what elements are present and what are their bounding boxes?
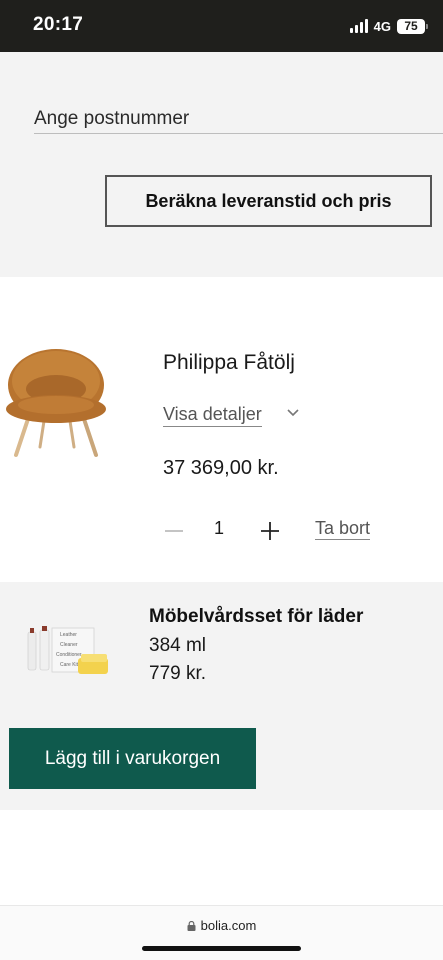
delivery-calculator: Beräkna leveranstid och pris [0,52,443,277]
network-label: 4G [373,18,391,34]
browser-address-bar[interactable]: bolia.com [0,905,443,960]
product-price: 37 369,00 kr. [163,457,279,479]
signal-icon [349,19,368,33]
add-to-cart-button[interactable]: Lägg till i varukorgen [9,728,256,789]
upsell-item: Leather Cleaner Conditioner Care Kit Möb… [0,582,443,810]
upsell-size: 384 ml [149,635,207,656]
kit-label-leather: Leather [60,632,77,638]
kit-label-cleaner: Cleaner [60,642,78,648]
minus-icon[interactable] [160,517,188,545]
upsell-price: 779 kr. [149,663,207,684]
status-indicators: 4G 75 [349,17,428,35]
care-kit-image: Leather Cleaner Conditioner Care Kit [27,626,108,674]
status-bar: 20:17 4G 75 [0,0,443,52]
quantity-value: 1 [214,518,225,538]
home-indicator[interactable] [142,946,301,951]
cart-item: Philippa Fåtölj Visa detaljer 37 369,00 … [0,277,443,582]
kit-label-care-kit: Care Kit [60,662,79,668]
plus-icon[interactable] [256,517,284,545]
kit-label-conditioner: Conditioner [56,652,82,658]
battery-icon: 75 [397,18,428,34]
lock-icon [187,921,196,931]
url-display[interactable]: bolia.com [0,918,443,933]
chevron-down-icon[interactable] [285,405,301,421]
upsell-name: Möbelvårdsset för läder [149,606,364,627]
status-time: 20:17 [33,14,84,35]
product-details-link[interactable]: Visa detaljer [163,404,262,427]
postcode-input[interactable] [34,104,443,134]
product-name: Philippa Fåtölj [163,351,295,374]
calculate-delivery-button[interactable]: Beräkna leveranstid och pris [105,175,432,227]
remove-item-link[interactable]: Ta bort [315,518,371,540]
url-text: bolia.com [200,918,257,933]
product-image [6,349,106,457]
